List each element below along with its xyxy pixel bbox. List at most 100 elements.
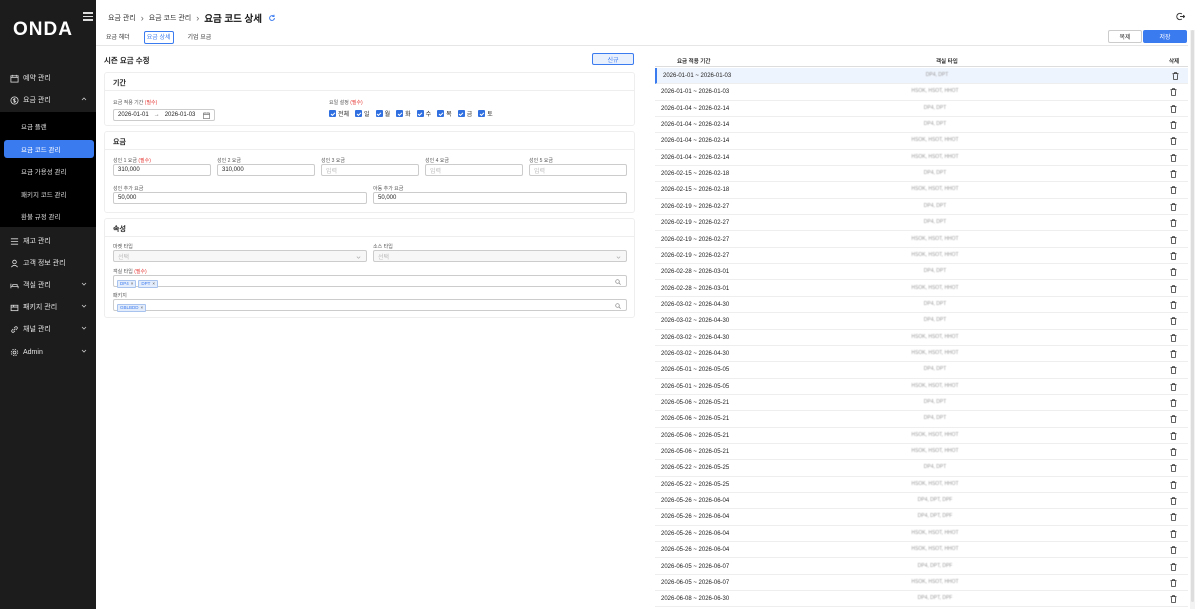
table-row[interactable]: 2026-03-02 ~ 2026-04-30 DP4, DPT [655, 297, 1188, 314]
trash-icon[interactable] [1170, 415, 1177, 424]
close-icon[interactable]: × [141, 305, 144, 310]
trash-icon[interactable] [1170, 301, 1177, 309]
tab-rate-detail[interactable]: 요금 상세 [143, 31, 174, 44]
trash-icon[interactable] [1170, 497, 1177, 505]
trash-icon[interactable] [1170, 546, 1177, 555]
adult5-input[interactable]: 입력 [529, 164, 627, 176]
trash-icon[interactable] [1170, 480, 1177, 489]
trash-icon[interactable] [1170, 317, 1177, 326]
adult1-input[interactable]: 310,000 [113, 164, 211, 176]
nav-item-2[interactable]: 요금 관리 [0, 91, 96, 109]
trash-icon[interactable] [1170, 170, 1177, 178]
table-row[interactable]: 2026-01-01 ~ 2026-01-03 DP4, DPT [655, 68, 1188, 85]
nav-item-8[interactable]: Admin [0, 343, 96, 361]
weekday-checkbox[interactable]: 일 [355, 109, 370, 118]
table-row[interactable]: 2026-03-02 ~ 2026-04-30 HSOK, HSOT, HHOT [655, 346, 1188, 363]
table-row[interactable]: 2026-01-04 ~ 2026-02-14 DP4, DPT [655, 117, 1188, 134]
adult2-input[interactable]: 310,000 [217, 164, 315, 176]
menu-icon[interactable] [83, 12, 93, 21]
nav-item-7[interactable]: 채널 관리 [0, 320, 96, 338]
adult-extra-input[interactable]: 50,000 [113, 192, 367, 204]
sub-nav-item[interactable]: 요금 코드 관리 [4, 139, 94, 158]
close-icon[interactable]: × [152, 281, 155, 286]
table-row[interactable]: 2026-02-28 ~ 2026-03-01 DP4, DPT [655, 264, 1188, 281]
trash-icon[interactable] [1170, 121, 1177, 129]
close-icon[interactable]: × [131, 281, 134, 286]
trash-icon[interactable] [1170, 333, 1177, 342]
table-row[interactable]: 2026-03-02 ~ 2026-04-30 DP4, DPT [655, 313, 1188, 330]
calendar-icon[interactable] [203, 112, 210, 119]
table-row[interactable]: 2026-06-05 ~ 2026-06-07 HSOK, HSOT, HHOT [655, 575, 1188, 592]
nav-item-5[interactable]: 객실 관리 [0, 276, 96, 294]
table-row[interactable]: 2026-03-02 ~ 2026-04-30 HSOK, HSOT, HHOT [655, 330, 1188, 346]
weekday-checkbox[interactable]: 금 [457, 109, 472, 118]
trash-icon[interactable] [1170, 104, 1177, 113]
weekday-checkbox[interactable]: 월 [375, 109, 390, 118]
trash-icon[interactable] [1170, 252, 1177, 260]
table-row[interactable]: 2026-05-06 ~ 2026-05-21 DP4, DPT [655, 411, 1188, 428]
trash-icon[interactable] [1170, 562, 1177, 571]
trash-icon[interactable] [1170, 88, 1177, 97]
table-row[interactable]: 2026-06-05 ~ 2026-06-07 DP4, DPT, DPF [655, 559, 1188, 575]
trash-icon[interactable] [1170, 153, 1177, 162]
weekday-checkbox[interactable]: 전체 [329, 109, 349, 118]
child-extra-input[interactable]: 50,000 [373, 192, 627, 204]
trash-icon[interactable] [1170, 579, 1177, 587]
table-row[interactable]: 2026-05-06 ~ 2026-05-21 DP4, DPT [655, 395, 1188, 412]
trash-icon[interactable] [1170, 219, 1177, 228]
weekday-checkbox[interactable]: 화 [396, 109, 411, 118]
logout-icon[interactable] [1176, 12, 1185, 21]
table-row[interactable]: 2026-02-19 ~ 2026-02-27 HSOK, HSOT, HHOT [655, 232, 1188, 248]
table-row[interactable]: 2026-05-26 ~ 2026-06-04 DP4, DPT, DPF [655, 509, 1188, 526]
save-button[interactable]: 저장 [1143, 30, 1187, 43]
trash-icon[interactable] [1170, 350, 1177, 358]
table-row[interactable]: 2026-06-08 ~ 2026-06-30 DP4, DPT, DPF [655, 591, 1188, 608]
copy-button[interactable]: 복제 [1108, 30, 1142, 43]
start-date[interactable]: 2026-01-01 [118, 112, 149, 118]
table-row[interactable]: 2026-02-19 ~ 2026-02-27 DP4, DPT [655, 215, 1188, 232]
scrollbar[interactable] [1190, 30, 1195, 609]
table-row[interactable]: 2026-05-26 ~ 2026-06-04 HSOK, HSOT, HHOT [655, 526, 1188, 543]
table-row[interactable]: 2026-05-06 ~ 2026-05-21 HSOK, HSOT, HHOT [655, 444, 1188, 461]
adult3-input[interactable]: 입력 [321, 164, 419, 176]
trash-icon[interactable] [1170, 382, 1177, 391]
weekday-checkbox[interactable]: 토 [478, 109, 493, 118]
tab-rate-header[interactable]: 요금 헤더 [104, 31, 132, 44]
nav-item-1[interactable]: 예약 관리 [0, 69, 96, 87]
trash-icon[interactable] [1170, 186, 1177, 195]
new-button[interactable]: 신규 [592, 53, 634, 65]
search-icon[interactable] [615, 303, 621, 309]
trash-icon[interactable] [1170, 366, 1177, 375]
table-row[interactable]: 2026-05-01 ~ 2026-05-05 HSOK, HSOT, HHOT [655, 379, 1188, 395]
table-row[interactable]: 2026-02-19 ~ 2026-02-27 HSOK, HSOT, HHOT [655, 248, 1188, 265]
trash-icon[interactable] [1170, 448, 1177, 456]
table-row[interactable]: 2026-05-26 ~ 2026-06-04 HSOK, HSOT, HHOT [655, 542, 1188, 559]
breadcrumb-item[interactable]: 요금 코드 관리 [149, 13, 192, 23]
source-type-select[interactable]: 선택 [373, 250, 627, 262]
trash-icon[interactable] [1170, 529, 1177, 538]
trash-icon[interactable] [1170, 284, 1177, 293]
search-icon[interactable] [615, 279, 621, 285]
market-type-select[interactable]: 선택 [113, 250, 367, 262]
weekday-checkbox[interactable]: 수 [416, 109, 431, 118]
table-row[interactable]: 2026-02-19 ~ 2026-02-27 DP4, DPT [655, 199, 1188, 216]
nav-item-6[interactable]: 패키지 관리 [0, 298, 96, 316]
package-input[interactable]: GBLBDD × [113, 299, 627, 312]
refresh-icon[interactable] [268, 14, 276, 22]
trash-icon[interactable] [1170, 137, 1177, 146]
adult4-input[interactable]: 입력 [425, 164, 523, 176]
trash-icon[interactable] [1170, 513, 1177, 522]
trash-icon[interactable] [1170, 202, 1177, 211]
table-row[interactable]: 2026-01-04 ~ 2026-02-14 HSOK, HSOT, HHOT [655, 133, 1188, 150]
table-row[interactable]: 2026-05-01 ~ 2026-05-05 DP4, DPT [655, 362, 1188, 379]
sub-nav-item[interactable]: 요금 가용성 관리 [4, 162, 94, 180]
room-type-input[interactable]: DP4 × DPT × [113, 275, 627, 288]
table-row[interactable]: 2026-01-01 ~ 2026-01-03 HSOK, HSOT, HHOT [655, 84, 1188, 101]
table-row[interactable]: 2026-05-22 ~ 2026-05-25 HSOK, HSOT, HHOT [655, 477, 1188, 494]
table-row[interactable]: 2026-02-15 ~ 2026-02-18 DP4, DPT [655, 166, 1188, 183]
table-row[interactable]: 2026-01-04 ~ 2026-02-14 DP4, DPT [655, 101, 1188, 117]
table-row[interactable]: 2026-02-28 ~ 2026-03-01 HSOK, HSOT, HHOT [655, 281, 1188, 297]
date-range-input[interactable]: 2026-01-01 → 2026-01-03 [113, 109, 215, 121]
sub-nav-item[interactable]: 요금 플랜 [4, 117, 94, 135]
tab-corporate-rate[interactable]: 기업 요금 [186, 31, 214, 44]
